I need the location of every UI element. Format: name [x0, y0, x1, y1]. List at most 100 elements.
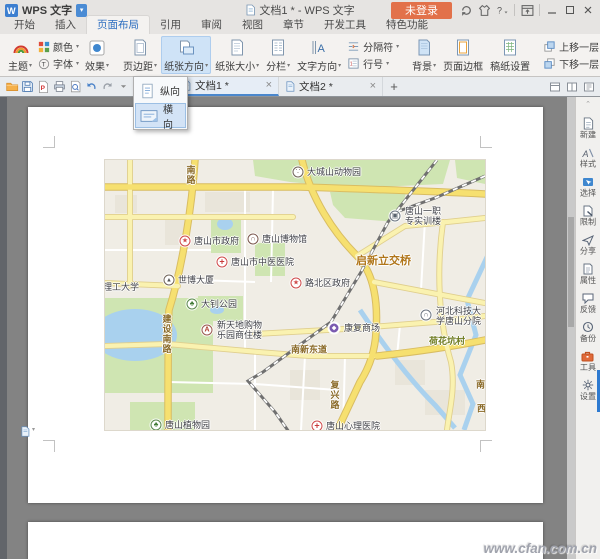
- sidebar-item-restrict[interactable]: 限制: [579, 205, 597, 227]
- sidebar-item-newdoc[interactable]: 新建: [579, 117, 597, 140]
- doc-tab-1[interactable]: 文档1 * ×: [175, 77, 279, 96]
- ribbon-button-columns[interactable]: 分栏▾: [263, 36, 293, 74]
- undo-button[interactable]: [84, 79, 99, 94]
- ribbon-button-gridpaper[interactable]: 稿纸设置: [487, 36, 533, 74]
- pageborder-icon: [454, 37, 472, 58]
- sidebar-item-tools[interactable]: 工具: [579, 350, 597, 372]
- chevron-down-icon: ▾: [29, 63, 32, 69]
- redo-button[interactable]: [100, 79, 115, 94]
- ribbon-button-effect[interactable]: 效果▾: [82, 36, 112, 74]
- scrollbar-thumb[interactable]: [568, 217, 574, 327]
- ribbon-button-background[interactable]: 背景▾: [409, 36, 439, 74]
- pdf-button[interactable]: P: [36, 79, 51, 94]
- ribbon-button-color[interactable]: 颜色▾: [36, 38, 81, 55]
- document-page-2[interactable]: [28, 522, 543, 559]
- ribbon-tab-2[interactable]: 插入: [45, 16, 86, 34]
- ribbon-tab-6[interactable]: 视图: [232, 16, 273, 34]
- ribbon-toggle-button[interactable]: [519, 2, 535, 18]
- map-road-label: 启新立交桥: [356, 252, 411, 268]
- chevron-down-icon[interactable]: ▾: [76, 4, 87, 17]
- document-canvas: ∵大城山动物园★唐山市政府∩唐山博物馆▣唐山一职专实训楼+唐山市中医医院▲世博大…: [0, 97, 600, 559]
- ribbon-button-margins[interactable]: 页边距▾: [120, 36, 160, 74]
- map-image[interactable]: ∵大城山动物园★唐山市政府∩唐山博物馆▣唐山一职专实训楼+唐山市中医医院▲世博大…: [105, 160, 485, 430]
- ribbon-tab-8[interactable]: 开发工具: [314, 16, 376, 34]
- sidebar-item-feedback[interactable]: 反馈: [579, 292, 597, 314]
- sidebar-item-label: 设置: [580, 392, 596, 400]
- park-marker-icon: ♣: [151, 420, 162, 431]
- tab-close-icon[interactable]: ×: [370, 81, 376, 92]
- ribbon-button-label: 稿纸设置: [490, 58, 530, 73]
- chevron-up-icon[interactable]: ⌃: [585, 100, 591, 110]
- sidebar-item-label: 样式: [580, 160, 596, 168]
- help-button[interactable]: ?: [494, 2, 510, 18]
- color-icon: [38, 41, 50, 53]
- menu-item-landscape[interactable]: 横向: [135, 103, 186, 128]
- panel1-button[interactable]: [548, 80, 561, 93]
- caret-down-icon: [120, 83, 127, 90]
- preview-icon: [69, 80, 82, 93]
- sidebar-item-settings[interactable]: 设置: [579, 379, 597, 401]
- minimize-button[interactable]: [544, 2, 560, 18]
- ribbon-tab-4[interactable]: 引用: [150, 16, 191, 34]
- sidebar-item-select[interactable]: 选择: [579, 176, 597, 198]
- ribbon-group-3: 背景▾页面边框稿纸设置: [406, 35, 536, 75]
- ribbon-tab-7[interactable]: 章节: [273, 16, 314, 34]
- map-poi-label: 唐山博物馆: [262, 234, 307, 244]
- vertical-scrollbar[interactable]: [567, 97, 575, 559]
- skin-button[interactable]: [476, 2, 492, 18]
- portrait-icon: [139, 82, 156, 100]
- tab-close-icon[interactable]: ×: [266, 80, 272, 91]
- ribbon-button-pageborder[interactable]: 页面边框: [440, 36, 486, 74]
- close-button[interactable]: [580, 2, 596, 18]
- sidebar-item-share[interactable]: 分享: [579, 234, 597, 256]
- ribbon-button-senddown[interactable]: 下移一层▾: [541, 55, 600, 72]
- sync-button[interactable]: [458, 2, 474, 18]
- margins-icon: [131, 37, 149, 58]
- sidebar-item-props[interactable]: 属性: [579, 263, 597, 285]
- sidebar-item-label: 新建: [580, 131, 596, 139]
- maximize-button[interactable]: [562, 2, 578, 18]
- ribbon-button-label: 纸张方向▾: [164, 58, 208, 73]
- folder-button[interactable]: [4, 79, 19, 94]
- chevron-down-icon: ▾: [256, 63, 259, 69]
- print-button[interactable]: [52, 79, 67, 94]
- columns-icon: [269, 37, 287, 58]
- map-poi-label: 唐山市中医医院: [231, 257, 294, 267]
- doc-tab-label: 文档2 *: [299, 79, 333, 94]
- save-button[interactable]: [20, 79, 35, 94]
- restrict-icon: [582, 205, 594, 217]
- panel3-icon: [583, 81, 595, 93]
- doc-tab-2[interactable]: 文档2 * ×: [279, 77, 383, 96]
- sidebar-item-label: 反馈: [580, 305, 596, 313]
- panel2-button[interactable]: [565, 80, 578, 93]
- svg-text:P: P: [41, 85, 46, 92]
- sidebar-item-backup[interactable]: 备份: [579, 321, 597, 343]
- document-page[interactable]: ∵大城山动物园★唐山市政府∩唐山博物馆▣唐山一职专实训楼+唐山市中医医院▲世博大…: [28, 107, 543, 503]
- ribbon-tab-1[interactable]: 开始: [4, 16, 45, 34]
- panel3-button[interactable]: [582, 80, 595, 93]
- new-tab-button[interactable]: +: [383, 77, 405, 96]
- doc-tab-label: 文档1 *: [195, 78, 229, 93]
- chevron-down-icon: ▾: [32, 426, 35, 433]
- page-anchor-icon[interactable]: ▾: [20, 426, 35, 437]
- ribbon-button-textdir[interactable]: A文字方向▾: [294, 36, 344, 74]
- ribbon-tab-9[interactable]: 特色功能: [376, 16, 438, 34]
- menu-item-portrait[interactable]: 纵向: [135, 78, 186, 103]
- panel1-icon: [549, 81, 561, 93]
- breaks-icon: [347, 40, 360, 53]
- star-marker-icon: ★: [180, 236, 191, 247]
- ribbon-button-theme[interactable]: 主题▾: [5, 36, 35, 74]
- ribbon-button-linenum[interactable]: 1行号▾: [345, 55, 401, 72]
- sidebar-item-label: 分享: [580, 247, 596, 255]
- ribbon-button-font[interactable]: T字体▾: [36, 55, 81, 72]
- sidebar-item-style[interactable]: A样式: [579, 147, 597, 169]
- preview-button[interactable]: [68, 79, 83, 94]
- ribbon-tab-5[interactable]: 审阅: [191, 16, 232, 34]
- ribbon-button-bringup[interactable]: 上移一层▾: [541, 38, 600, 55]
- caret-down-button[interactable]: [116, 79, 131, 94]
- ribbon-tab-3[interactable]: 页面布局: [86, 15, 150, 34]
- svg-text:W: W: [7, 6, 16, 16]
- ribbon-button-orientation[interactable]: 纸张方向▾: [161, 36, 211, 74]
- ribbon-button-papersize[interactable]: 纸张大小▾: [212, 36, 262, 74]
- ribbon-button-breaks[interactable]: 分隔符▾: [345, 38, 401, 55]
